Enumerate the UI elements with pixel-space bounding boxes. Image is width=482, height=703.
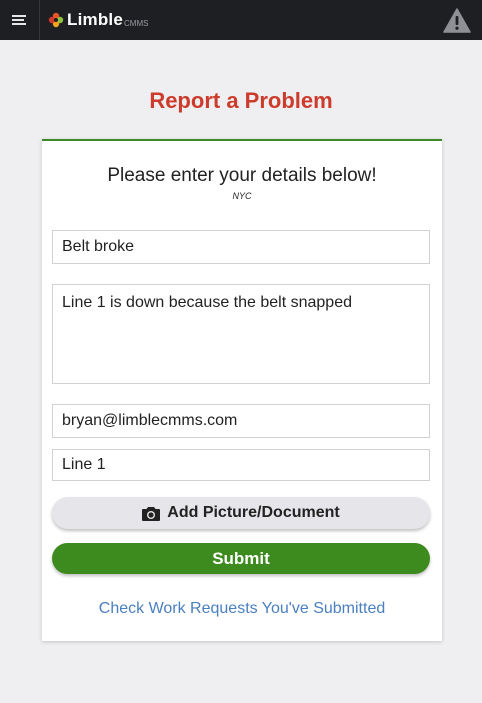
top-bar: Limble CMMS [0, 0, 482, 40]
logo-mark-icon [48, 12, 64, 28]
email-input[interactable]: bryan@limblecmms.com [52, 404, 430, 438]
report-form-card: Please enter your details below! NYC Bel… [42, 139, 442, 641]
problem-title-input[interactable]: Belt broke [52, 230, 430, 264]
logo-text: Limble [67, 10, 123, 29]
hamburger-menu-icon [12, 15, 26, 17]
warning-triangle-icon [443, 8, 471, 33]
logo-subtext: CMMS [124, 18, 149, 28]
location-input[interactable]: Line 1 [52, 449, 430, 481]
add-picture-button[interactable]: Add Picture/Document [52, 497, 430, 529]
menu-button[interactable] [0, 0, 40, 40]
alert-button[interactable] [443, 8, 471, 33]
problem-description-textarea[interactable]: Line 1 is down because the belt snapped [52, 284, 430, 384]
camera-icon [142, 506, 161, 521]
form-heading: Please enter your details below! [107, 165, 377, 186]
limble-logo[interactable]: Limble CMMS [48, 10, 148, 30]
submit-label: Submit [212, 548, 270, 568]
page-title: Report a Problem [149, 88, 333, 113]
check-work-requests-link[interactable]: Check Work Requests You've Submitted [42, 600, 442, 618]
add-picture-label: Add Picture/Document [167, 504, 340, 521]
location-tag: NYC [232, 191, 252, 201]
submit-button[interactable]: Submit [52, 543, 430, 574]
